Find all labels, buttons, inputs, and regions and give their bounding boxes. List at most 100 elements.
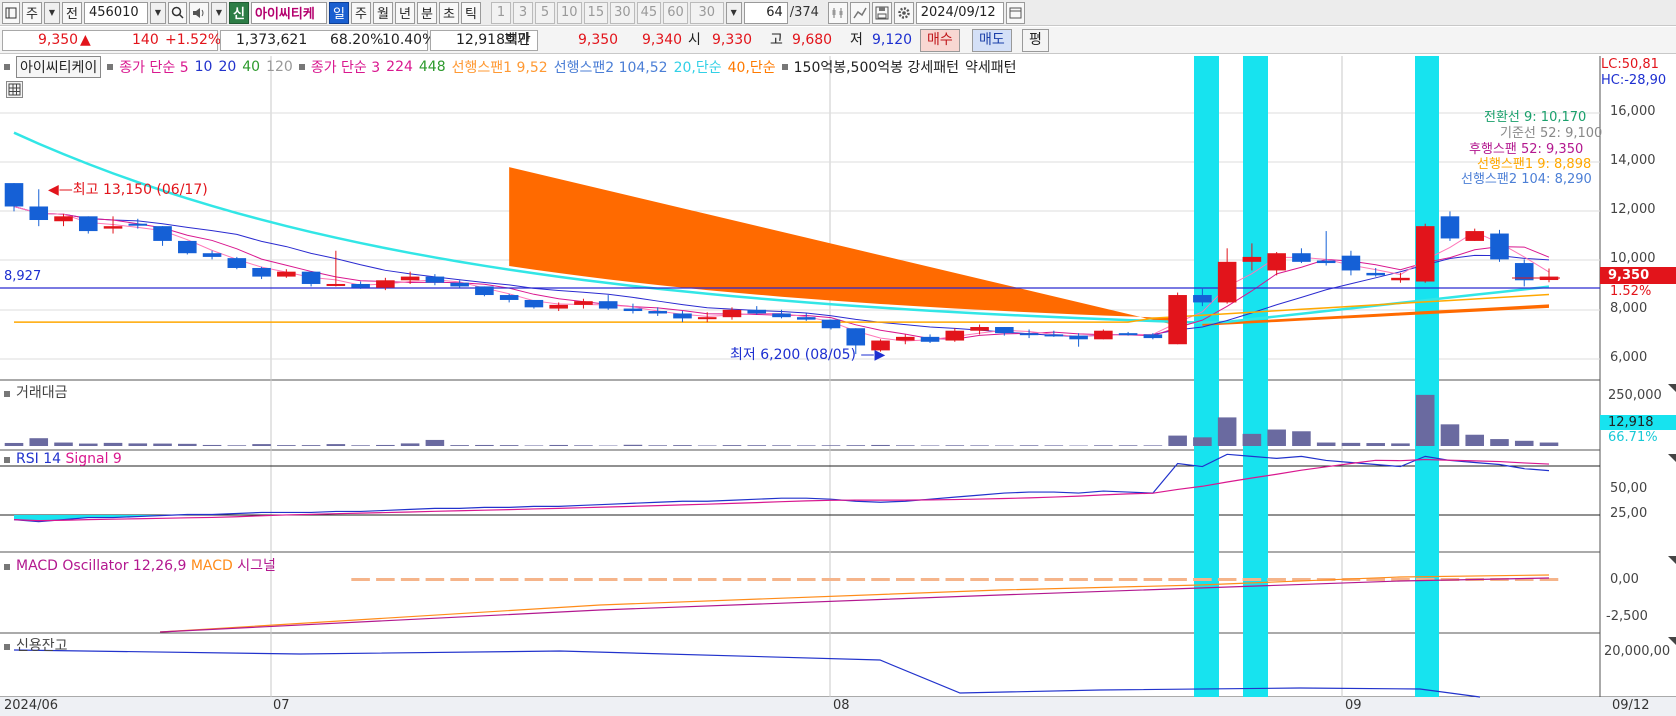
price-tick-14000: 14,000 [1610,153,1656,168]
legend-ma20[interactable]: 20 [218,59,236,75]
legend-ma1[interactable]: 종가 단순 5 [119,57,188,77]
volume-bar [376,444,395,446]
sound-dropdown-icon[interactable]: ▼ [211,1,227,24]
volume-bar [1465,434,1485,446]
legend-ma448[interactable]: 448 [419,59,446,75]
interval-45[interactable]: 45 [636,1,662,24]
prev-button[interactable]: 전 [62,1,82,24]
macd-osc-bar [1193,578,1212,581]
candle-body [1094,330,1113,340]
bid-price: 9,340 [642,32,683,48]
macd-tick-neg2500: -2,500 [1606,609,1648,624]
interval-3[interactable]: 3 [513,1,533,24]
tab-second-label: 초 [443,7,455,22]
eval-button[interactable]: 평 [1022,29,1049,52]
tab-tick[interactable]: 틱 [461,1,481,24]
interval-5[interactable]: 5 [535,1,555,24]
macd-osc-bar [970,578,989,581]
legend-weak-pattern[interactable]: 약세패턴 [965,57,1017,77]
macd-osc-bar [1044,578,1064,581]
low-annotation-text: 최저 6,200 (08/05) [730,347,857,363]
volume-bar [524,445,544,446]
stock-name-field[interactable]: 아이씨티케 [251,1,327,24]
low-label: 저 [850,32,863,48]
date-input[interactable]: 2024/09/12 [915,1,1004,24]
interval-45-label: 45 [640,5,658,20]
period-select[interactable]: 주 [22,1,42,24]
buy-button-label: 매수 [927,32,953,48]
tab-day[interactable]: 일 [329,1,349,24]
high-label: 고 [770,32,783,48]
panel-collapse-icon-rsi[interactable] [1668,454,1676,462]
count-input[interactable]: 64 [743,1,788,24]
macd-panel-title[interactable]: MACD Oscillator 12,26,9 MACD 시그널 [4,555,276,575]
calendar-icon[interactable] [1005,1,1025,24]
tab-minute[interactable]: 분 [417,1,437,24]
candle-body [623,308,643,312]
credit-panel-title[interactable]: 신용잔고 [4,635,68,655]
legend-span2[interactable]: 선행스팬2 104,52 [554,57,668,77]
interval-15[interactable]: 15 [583,1,609,24]
panel-collapse-icon-volume[interactable] [1668,384,1676,392]
candle-body [400,276,420,281]
interval-select[interactable]: 30 [689,1,724,24]
compare-icon[interactable] [827,1,848,24]
interval-dropdown-icon[interactable]: ▼ [725,1,742,24]
interval-60[interactable]: 60 [663,1,688,24]
period-dropdown-icon[interactable]: ▼ [44,1,60,24]
volume-bar [1341,442,1361,446]
tab-month[interactable]: 월 [373,1,393,24]
code-dropdown-icon[interactable]: ▼ [150,1,166,24]
legend-ma120[interactable]: 120 [266,59,293,75]
volume-bar [1217,417,1237,446]
sound-icon[interactable] [189,1,209,24]
tab-week[interactable]: 주 [351,1,371,24]
trend-tool-icon[interactable] [849,1,870,24]
volume-bar [871,444,890,446]
interval-1[interactable]: 1 [491,1,511,24]
macd-osc-bar [574,578,593,581]
macd-osc-bar [400,578,420,581]
legend-ma40-simple[interactable]: 40,단순 [728,57,776,77]
legend-ma224[interactable]: 224 [386,59,413,75]
legend-ma40[interactable]: 40 [242,59,260,75]
volume-bar [1316,442,1336,446]
macd-osc-bar [920,578,940,581]
legend-ma2[interactable]: 종가 단순 3 [311,57,380,77]
code-input[interactable]: 456010 [84,1,148,24]
save-icon[interactable] [871,1,892,24]
volume-ratio: 68.20% [330,32,384,48]
macd-osc-bar [1019,578,1039,581]
interval-10[interactable]: 10 [557,1,582,24]
buy-button[interactable]: 매수 [920,29,960,52]
search-icon[interactable] [168,1,187,24]
low-price: 9,120 [872,32,913,48]
interval-30[interactable]: 30 [610,1,635,24]
price-tick-16000: 16,000 [1610,104,1656,119]
candle-body [920,336,940,342]
layout-icon[interactable] [2,1,20,24]
legend-span1[interactable]: 선행스팬1 9,52 [452,57,548,77]
volume-panel-label: 거래대금 [16,385,68,401]
macd-osc-bar [623,578,643,581]
volume-panel-title[interactable]: 거래대금 [4,382,68,402]
macd-osc-bar [995,578,1014,581]
macd-osc-bar [475,578,494,581]
legend-pattern[interactable]: 150억봉,500억봉 강세패턴 [794,57,959,77]
table-icon[interactable] [6,81,23,98]
chart-canvas[interactable] [0,55,1676,716]
macd-osc-bar [524,578,544,581]
tab-second[interactable]: 초 [439,1,459,24]
tab-year[interactable]: 년 [395,1,415,24]
rsi-panel-marker [4,457,10,463]
legend-ma20-simple[interactable]: 20,단순 [674,57,722,77]
gear-icon[interactable] [893,1,914,24]
sell-button[interactable]: 매도 [972,29,1012,52]
panel-collapse-icon-macd[interactable] [1668,556,1676,564]
toolbar: 주 ▼ 전 456010 ▼ ▼ 신 아이씨티케 일 주 월 년 분 초 틱 1… [0,0,1676,26]
legend-stock-name[interactable]: 아이씨티케이 [16,56,102,78]
legend-ma10[interactable]: 10 [195,59,213,75]
new-badge[interactable]: 신 [229,1,249,24]
volume-bar [103,442,123,446]
rsi-panel-title[interactable]: RSI 14 Signal 9 [4,451,122,467]
